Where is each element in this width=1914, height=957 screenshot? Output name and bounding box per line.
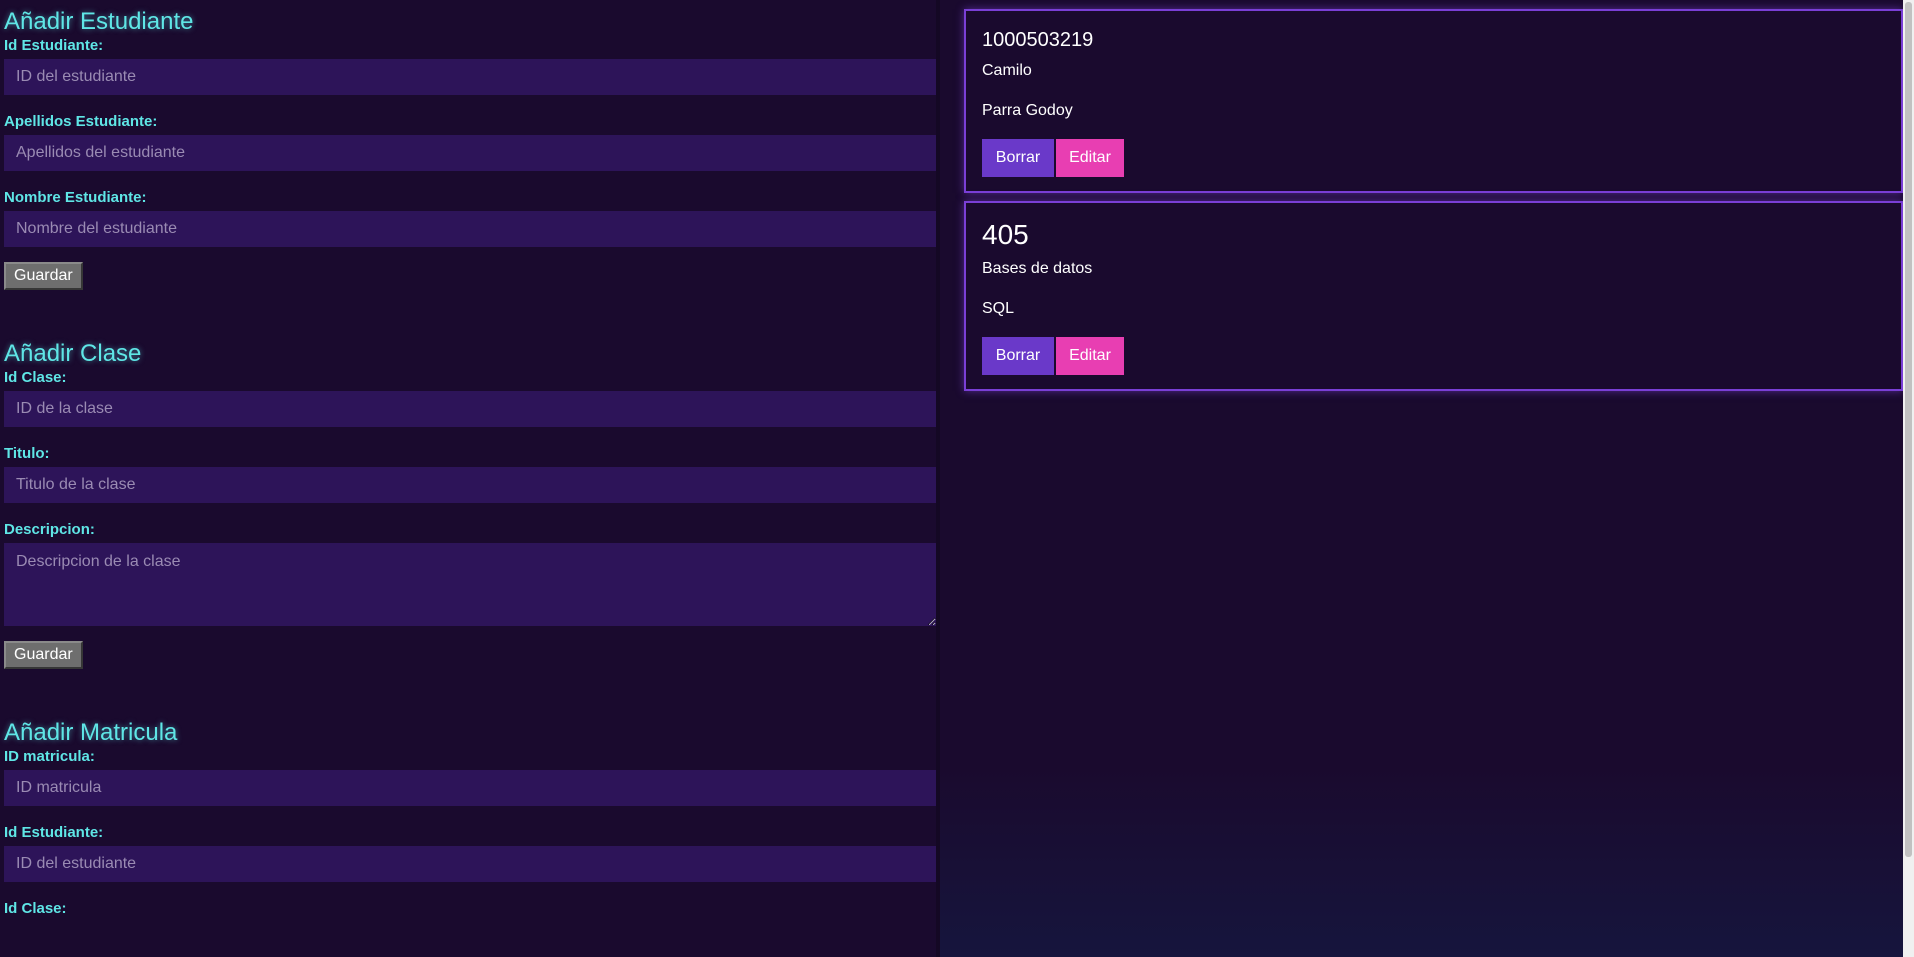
class-form: Añadir Clase Id Clase: Titulo: Descripci… <box>0 332 940 669</box>
class-id-input[interactable] <box>4 391 936 427</box>
enrollment-form: Añadir Matricula ID matricula: Id Estudi… <box>0 711 940 919</box>
card-actions: Borrar Editar <box>982 337 1885 375</box>
enrollment-id-input[interactable] <box>4 770 936 806</box>
class-id-label: Id Clase: <box>4 369 67 386</box>
card-id: 405 <box>982 219 1029 250</box>
class-title-input[interactable] <box>4 467 936 503</box>
student-form: Añadir Estudiante Id Estudiante: Apellid… <box>0 0 940 290</box>
vertical-scrollbar[interactable] <box>1903 0 1914 957</box>
student-lastname-label: Apellidos Estudiante: <box>4 113 158 130</box>
student-name-label: Nombre Estudiante: <box>4 189 147 206</box>
forms-column: Añadir Estudiante Id Estudiante: Apellid… <box>0 0 940 957</box>
card-id: 1000503219 <box>982 29 1094 51</box>
student-id-input[interactable] <box>4 59 936 95</box>
records-list: 1000503219 Camilo Parra Godoy Borrar Edi… <box>964 9 1903 399</box>
column-divider <box>936 0 940 957</box>
enrollment-form-title: Añadir Matricula <box>4 719 178 746</box>
edit-button[interactable]: Editar <box>1056 139 1124 177</box>
class-form-title: Añadir Clase <box>4 340 142 367</box>
class-description-label: Descripcion: <box>4 521 95 538</box>
class-title-label: Titulo: <box>4 445 50 462</box>
student-save-button[interactable]: Guardar <box>4 262 83 290</box>
card-line-1: Bases de datos <box>982 260 1093 277</box>
delete-button[interactable]: Borrar <box>982 139 1054 177</box>
edit-button[interactable]: Editar <box>1056 337 1124 375</box>
delete-button[interactable]: Borrar <box>982 337 1054 375</box>
class-save-button[interactable]: Guardar <box>4 641 83 669</box>
card-actions: Borrar Editar <box>982 139 1885 177</box>
student-lastname-input[interactable] <box>4 135 936 171</box>
student-form-title: Añadir Estudiante <box>4 8 194 35</box>
scrollbar-thumb[interactable] <box>1905 2 1912 857</box>
enrollment-class-id-label: Id Clase: <box>4 900 67 917</box>
class-description-input[interactable] <box>4 543 936 626</box>
student-card: 1000503219 Camilo Parra Godoy Borrar Edi… <box>964 9 1903 193</box>
enrollment-student-id-input[interactable] <box>4 846 936 882</box>
student-name-input[interactable] <box>4 211 936 247</box>
card-line-1: Camilo <box>982 62 1032 79</box>
page: Añadir Estudiante Id Estudiante: Apellid… <box>0 0 1914 957</box>
class-card: 405 Bases de datos SQL Borrar Editar <box>964 201 1903 391</box>
card-line-2: Parra Godoy <box>982 102 1073 119</box>
enrollment-student-id-label: Id Estudiante: <box>4 824 104 841</box>
card-line-2: SQL <box>982 300 1015 317</box>
